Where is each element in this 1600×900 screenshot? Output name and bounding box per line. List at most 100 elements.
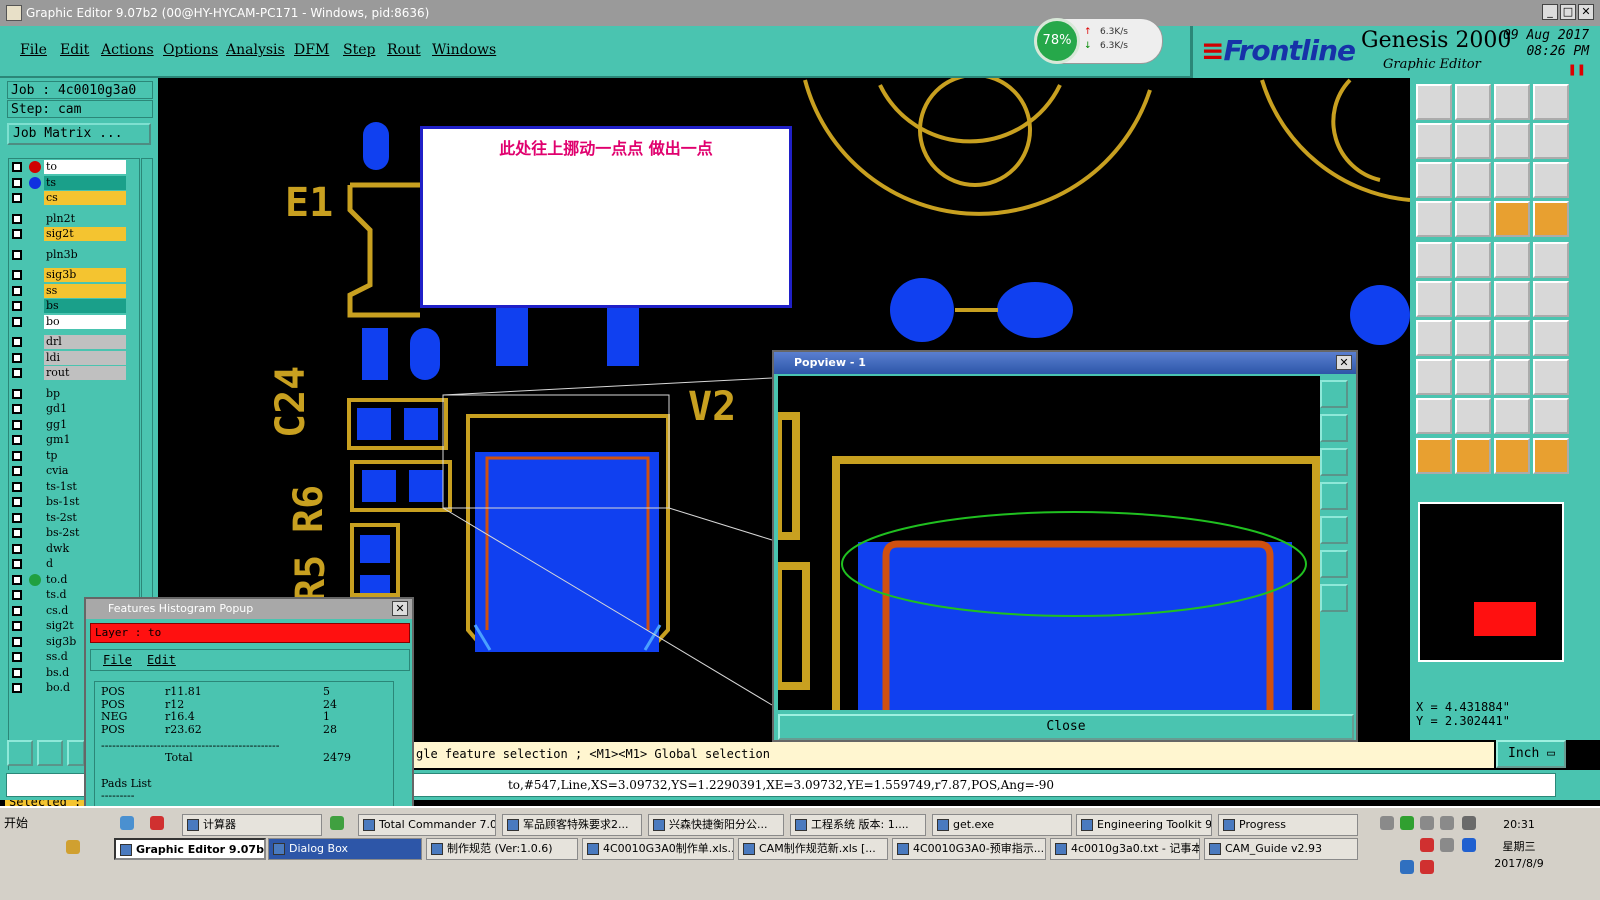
layer-row[interactable]: ts-2st	[9, 510, 139, 525]
toolbar-button-26[interactable]	[1455, 320, 1491, 356]
minimap-viewport[interactable]	[1474, 602, 1536, 636]
toolbar-button-21[interactable]	[1416, 281, 1452, 317]
toolbar-button-24[interactable]	[1533, 281, 1569, 317]
toolbar-button-25[interactable]	[1416, 320, 1452, 356]
layer-name[interactable]: bo	[44, 314, 126, 329]
layer-checkbox[interactable]	[12, 162, 22, 172]
tray-icon[interactable]	[1440, 816, 1454, 830]
layer-row[interactable]: ts-1st	[9, 479, 139, 494]
menu-edit[interactable]: Edit	[60, 42, 89, 58]
toolbar-button-36[interactable]	[1533, 398, 1569, 434]
layer-checkbox[interactable]	[12, 316, 22, 327]
toolbar-button-38[interactable]	[1455, 438, 1491, 474]
layer-row[interactable]: bs-2st	[9, 526, 139, 540]
taskbar-item[interactable]: CAM_Guide v2.93	[1204, 838, 1358, 860]
popview-close-button[interactable]: Close	[778, 714, 1354, 740]
toolbar-button-19[interactable]	[1494, 242, 1530, 278]
popview-pan-left-button[interactable]	[1320, 482, 1348, 510]
layer-name[interactable]: to.d	[44, 572, 126, 587]
layer-checkbox[interactable]	[12, 352, 22, 363]
popview-close-icon[interactable]: ✕	[1336, 355, 1352, 370]
taskbar-item[interactable]: 4c0010g3a0.txt - 记事本	[1050, 838, 1200, 860]
layer-checkbox[interactable]	[12, 543, 22, 554]
layer-checkbox[interactable]	[12, 388, 22, 399]
layer-name[interactable]: rout	[44, 366, 126, 380]
layer-row[interactable]: bs	[9, 299, 139, 313]
popview-zoom-in-button[interactable]	[1320, 550, 1348, 578]
layer-name[interactable]: cs	[44, 191, 126, 205]
popview-pan-right-button[interactable]	[1320, 516, 1348, 544]
popview-titlebar[interactable]: Popview - 1	[774, 352, 1356, 374]
close-button[interactable]: ✕	[1578, 4, 1594, 20]
popview-canvas[interactable]	[778, 376, 1320, 710]
tray-icon[interactable]	[1380, 816, 1394, 830]
layer-name[interactable]: ts-1st	[44, 479, 126, 494]
layer-checkbox[interactable]	[12, 193, 22, 203]
toolbar-button-11[interactable]	[1494, 162, 1530, 198]
layer-name[interactable]: gm1	[44, 433, 126, 447]
layer-name[interactable]: pln2t	[44, 211, 126, 226]
tray-icon[interactable]	[1420, 860, 1434, 874]
taskbar-item[interactable]: 兴森快捷衡阳分公...	[648, 814, 784, 836]
layer-row[interactable]: bs-1st	[9, 495, 139, 509]
layer-checkbox[interactable]	[12, 481, 22, 492]
toolbar-button-27[interactable]	[1494, 320, 1530, 356]
toolbar-button-39[interactable]	[1494, 438, 1530, 474]
layer-checkbox[interactable]	[12, 419, 22, 430]
taskbar-item[interactable]: Graphic Editor 9.07b2...	[114, 838, 266, 860]
menu-step[interactable]: Step	[343, 42, 375, 58]
layer-name[interactable]: bs-2st	[44, 526, 126, 540]
toolbar-button-18[interactable]	[1455, 242, 1491, 278]
menu-actions[interactable]: Actions	[101, 42, 154, 58]
layer-row[interactable]: dwk	[9, 541, 139, 556]
taskbar-item[interactable]: 军品顾客特殊要求2...	[502, 814, 642, 836]
tray-icon[interactable]	[1462, 816, 1476, 830]
layer-name[interactable]: drl	[44, 335, 126, 349]
toolbar-button-6[interactable]	[1455, 123, 1491, 159]
taskbar-item[interactable]: 制作规范 (Ver:1.0.6)	[426, 838, 578, 860]
layer-checkbox[interactable]	[12, 337, 22, 347]
job-matrix-button[interactable]: Job Matrix ...	[7, 123, 151, 145]
layer-row[interactable]: tp	[9, 448, 139, 463]
system-clock[interactable]: 20:31 星期三 2017/8/9	[1494, 814, 1544, 870]
menu-file[interactable]: File	[20, 42, 47, 58]
layer-checkbox[interactable]	[12, 605, 22, 616]
layer-name[interactable]: pln3b	[44, 247, 126, 262]
taskbar-item[interactable]: CAM制作规范新.xls [...	[738, 838, 888, 860]
layer-checkbox[interactable]	[12, 213, 22, 224]
menu-analysis[interactable]: Analysis	[226, 42, 285, 58]
select-tool-button[interactable]	[7, 740, 33, 766]
quick-launch-icon[interactable]	[120, 816, 134, 830]
histogram-titlebar[interactable]: Features Histogram Popup	[86, 599, 412, 619]
tray-icon[interactable]	[1400, 816, 1414, 830]
layer-row[interactable]: drl	[9, 335, 139, 349]
layer-row[interactable]: pln3b	[9, 247, 139, 262]
taskbar-item[interactable]: Dialog Box	[268, 838, 422, 860]
taskbar-item[interactable]: 4C0010G3A0-预审指示...	[892, 838, 1046, 860]
taskbar-item[interactable]: Engineering Toolkit 9....	[1076, 814, 1212, 836]
histogram-menu-edit[interactable]: Edit	[147, 650, 176, 670]
taskbar-item[interactable]: Progress	[1218, 814, 1358, 836]
layer-checkbox[interactable]	[12, 466, 22, 476]
toolbar-button-28[interactable]	[1533, 320, 1569, 356]
start-button[interactable]: 开始	[4, 814, 28, 831]
layer-checkbox[interactable]	[12, 450, 22, 461]
layer-row[interactable]: gd1	[9, 402, 139, 416]
layer-name[interactable]: gg1	[44, 417, 126, 432]
toolbar-button-3[interactable]	[1494, 84, 1530, 120]
layer-name[interactable]: ts	[44, 175, 126, 190]
toolbar-button-34[interactable]	[1455, 398, 1491, 434]
overview-minimap[interactable]	[1418, 502, 1564, 662]
toolbar-button-12[interactable]	[1533, 162, 1569, 198]
layer-row[interactable]: rout	[9, 366, 139, 380]
network-monitor-widget[interactable]: 78% ↑ 6.3K/s ↓ 6.3K/s	[1034, 18, 1163, 64]
window-titlebar[interactable]: Graphic Editor 9.07b2 (00@HY-HYCAM-PC171…	[0, 0, 1600, 26]
popview-pan-up-button[interactable]	[1320, 414, 1348, 442]
menu-rout[interactable]: Rout	[387, 42, 421, 58]
layer-checkbox[interactable]	[12, 636, 22, 647]
histogram-menu-file[interactable]: File	[103, 650, 132, 670]
extra-tool-button[interactable]	[67, 740, 85, 766]
toolbar-button-16[interactable]	[1533, 201, 1569, 237]
layer-row[interactable]: ts	[9, 175, 139, 190]
toolbar-button-7[interactable]	[1494, 123, 1530, 159]
